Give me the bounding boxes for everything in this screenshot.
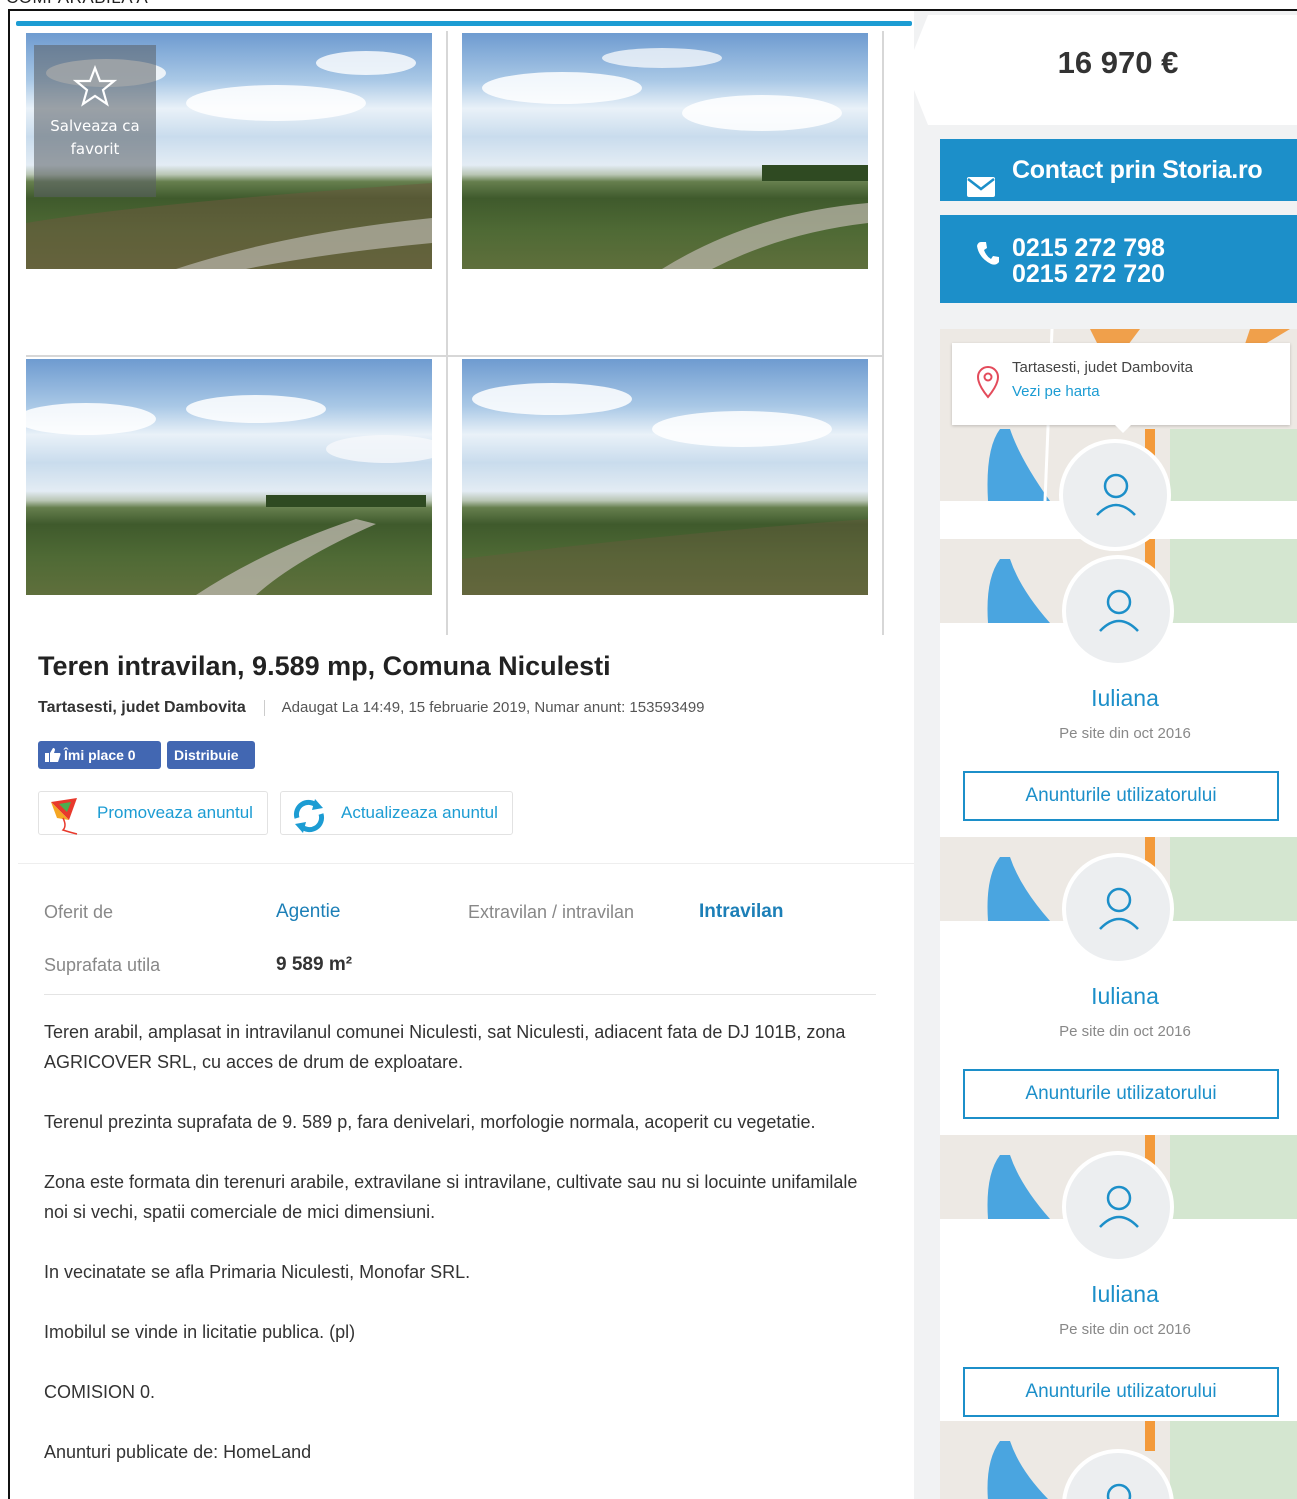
update-listing-button[interactable]: Actualizeaza anuntul	[280, 791, 513, 835]
contact-label: Contact prin Storia.ro	[1012, 156, 1263, 184]
avatar	[1062, 555, 1174, 667]
agent-name[interactable]: Iuliana	[940, 1281, 1297, 1308]
phone-button[interactable]: 0215 272 798 0215 272 720	[940, 215, 1297, 303]
listing-meta: Tartasesti, judet Dambovita Adaugat La 1…	[38, 699, 705, 723]
save-favorite-button[interactable]: Salveaza ca favorit	[34, 45, 156, 197]
offered-by-value[interactable]: Agentie	[276, 901, 340, 923]
document-heading: COMPARABILA A	[6, 0, 148, 8]
phone-number[interactable]: 0215 272 798	[1012, 235, 1165, 261]
agent-member-since: Pe site din oct 2016	[1059, 725, 1191, 742]
phone-number[interactable]: 0215 272 720	[1012, 261, 1165, 287]
field-photo-graphic	[462, 383, 868, 595]
description-paragraph: Imobilul se vinde in licitatie publica. …	[44, 1322, 356, 1342]
view-on-map-link[interactable]: Vezi pe harta	[1012, 383, 1100, 400]
price-notch	[906, 15, 928, 125]
offered-by-label: Oferit de	[44, 902, 114, 922]
section-divider	[18, 863, 914, 864]
listing-added-date: Adaugat La 14:49, 15 februarie 2019, Num…	[281, 699, 705, 716]
gallery-edge	[882, 31, 884, 635]
envelope-icon	[966, 159, 996, 221]
map-location-text: Tartasesti, judet Dambovita	[1012, 359, 1193, 376]
contact-button[interactable]: Contact prin Storia.ro	[940, 139, 1297, 201]
agent-name[interactable]: Iuliana	[940, 983, 1297, 1010]
description-paragraph: COMISION 0.	[44, 1382, 156, 1402]
gallery-photo-4[interactable]	[462, 359, 868, 595]
update-label: Actualizeaza anuntul	[341, 803, 498, 822]
kite-icon	[47, 796, 87, 852]
listing-page: Salveaza ca favorit Teren intravilan, 9.…	[8, 9, 1297, 1499]
phone-icon	[976, 241, 1000, 274]
listing-location: Tartasesti, judet Dambovita	[38, 699, 246, 716]
thumbs-up-icon	[45, 748, 61, 762]
gallery-photo-2[interactable]	[462, 33, 868, 269]
description-paragraph: Terenul prezinta suprafata de 9. 589 p, …	[44, 1112, 816, 1132]
user-listings-button[interactable]: Anunturile utilizatorului	[963, 771, 1279, 821]
agent-member-since: Pe site din oct 2016	[1059, 1023, 1191, 1040]
description-paragraph: In vecinatate se afla Primaria Niculesti…	[44, 1262, 471, 1282]
refresh-icon	[289, 796, 329, 852]
agent-name[interactable]: Iuliana	[940, 685, 1297, 712]
extravilan-label: Extravilan / intravilan	[468, 902, 635, 922]
field-photo-graphic	[482, 48, 868, 269]
star-icon	[34, 64, 156, 111]
description-paragraph: Anunturi publicate de: HomeLand	[44, 1442, 312, 1462]
area-value: 9 589 m²	[276, 954, 353, 975]
avatar	[1059, 439, 1171, 551]
gallery-divider	[26, 355, 884, 357]
agent-member-since: Pe site din oct 2016	[1059, 1321, 1191, 1338]
facebook-like-button[interactable]: Îmi place 0	[38, 741, 161, 769]
promote-label: Promoveaza anuntul	[97, 803, 253, 822]
gallery-divider	[446, 31, 448, 635]
user-icon	[1099, 589, 1139, 632]
params-divider	[44, 994, 876, 995]
map-card-pointer	[1114, 424, 1132, 433]
user-icon	[1099, 887, 1139, 930]
price-value: 16 970 €	[1057, 45, 1179, 80]
description-paragraph: Teren arabil, amplasat in intravilanul c…	[44, 1022, 846, 1072]
map-pin-icon	[976, 365, 1000, 404]
gallery-photo-3[interactable]	[26, 359, 432, 595]
share-label: Distribuie	[174, 747, 239, 763]
meta-separator	[264, 699, 266, 716]
listing-title: Teren intravilan, 9.589 mp, Comuna Nicul…	[38, 651, 611, 681]
like-label: Îmi place 0	[64, 747, 136, 763]
promote-listing-button[interactable]: Promoveaza anuntul	[38, 791, 268, 835]
map-location-card: Tartasesti, judet Dambovita Vezi pe hart…	[952, 343, 1290, 425]
facebook-share-button[interactable]: Distribuie	[167, 741, 255, 769]
favorite-label: Salveaza ca favorit	[50, 117, 140, 158]
avatar	[1062, 1151, 1174, 1263]
user-listings-button[interactable]: Anunturile utilizatorului	[963, 1367, 1279, 1417]
user-listings-button[interactable]: Anunturile utilizatorului	[963, 1069, 1279, 1119]
extravilan-value[interactable]: Intravilan	[699, 901, 783, 923]
listing-description: Teren arabil, amplasat in intravilanul c…	[44, 1017, 874, 1497]
top-accent-bar	[16, 21, 912, 26]
user-icon	[1099, 1185, 1139, 1228]
avatar	[1062, 853, 1174, 965]
field-photo-graphic	[26, 395, 432, 595]
description-paragraph: Zona este formata din terenuri arabile, …	[44, 1172, 858, 1222]
user-icon	[1106, 1483, 1132, 1499]
user-icon	[1096, 473, 1136, 516]
area-label: Suprafata utila	[44, 955, 161, 975]
